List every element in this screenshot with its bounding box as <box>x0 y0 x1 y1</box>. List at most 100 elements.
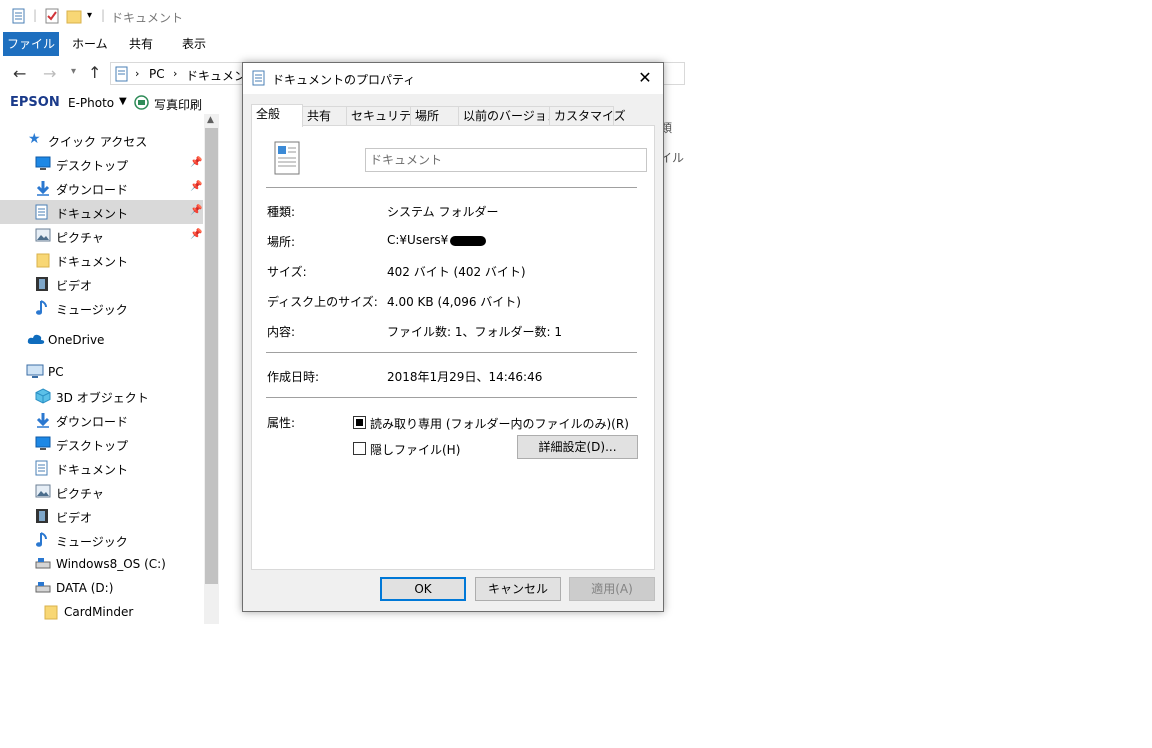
breadcrumb-pc[interactable]: PC <box>149 67 165 81</box>
ribbon-tab-file[interactable]: ファイル <box>3 32 59 56</box>
tab-customize[interactable]: カスタマイズ <box>549 106 626 126</box>
tab-previous-versions[interactable]: 以前のバージョン <box>458 106 559 126</box>
document-icon <box>35 460 51 476</box>
nav-item[interactable]: デスクトップ 📌 <box>0 152 203 176</box>
navigation-pane: ★ クイック アクセス デスクトップ 📌 ダウンロード 📌 ドキュメント 📌 ピクチャ 📌 ドキ… <box>0 114 220 624</box>
breadcrumb-separator-icon: › <box>135 67 140 80</box>
size-value: 402 バイト (402 バイト) <box>387 265 526 279</box>
nav-label: 3D オブジェクト <box>56 391 149 405</box>
picture-icon <box>35 228 51 244</box>
nav-item[interactable]: 3D オブジェクト <box>0 384 203 408</box>
music-icon <box>35 300 51 316</box>
quick-access-toolbar: | ▾ | ドキュメント <box>0 0 685 32</box>
pin-icon[interactable]: 📌 <box>190 229 202 240</box>
separator <box>266 352 637 353</box>
nav-label: デスクトップ <box>56 159 129 173</box>
nav-onedrive[interactable]: OneDrive <box>0 328 203 352</box>
folder-name-field[interactable]: ドキュメント <box>365 148 647 172</box>
nav-item[interactable]: CardMinder <box>0 600 203 624</box>
nav-label: ドキュメント <box>56 463 129 477</box>
ephoto-button[interactable]: E-Photo <box>68 96 114 110</box>
close-icon[interactable]: ✕ <box>633 66 657 90</box>
epson-logo: EPSON <box>10 95 60 110</box>
separator <box>266 397 637 398</box>
nav-item[interactable]: デスクトップ <box>0 432 203 456</box>
back-icon[interactable]: ← <box>13 64 26 83</box>
nav-item[interactable]: ドキュメント <box>0 248 203 272</box>
nav-item[interactable]: ミュージック <box>0 296 203 320</box>
nav-scrollbar[interactable]: ▲ <box>204 114 219 624</box>
tab-security[interactable]: セキュリティ <box>346 106 422 126</box>
apply-button[interactable]: 適用(A) <box>569 577 655 601</box>
location-label: 場所: <box>267 235 296 249</box>
nav-item[interactable]: DATA (D:) <box>0 576 203 600</box>
up-icon[interactable]: ↑ <box>88 63 101 82</box>
hidden-label[interactable]: 隠しファイル(H) <box>370 441 460 458</box>
picture-icon <box>35 484 51 500</box>
ok-button[interactable]: OK <box>380 577 466 601</box>
3d-objects-icon <box>35 388 51 404</box>
nav-label: CardMinder <box>64 605 134 619</box>
download-icon <box>35 412 51 428</box>
dialog-title-bar: ドキュメントのプロパティ ✕ <box>243 63 663 94</box>
address-doc-icon <box>115 66 129 85</box>
created-value: 2018年1月29日、14:46:46 <box>387 370 543 384</box>
pin-icon[interactable]: 📌 <box>190 157 202 168</box>
nav-label: ミュージック <box>56 535 128 549</box>
nav-item[interactable]: ダウンロード 📌 <box>0 176 203 200</box>
pin-icon[interactable]: 📌 <box>190 181 202 192</box>
properties-icon[interactable] <box>11 8 27 27</box>
advanced-button[interactable]: 詳細設定(D)... <box>517 435 638 459</box>
folder-icon <box>43 604 59 620</box>
tab-general[interactable]: 全般 <box>251 104 303 127</box>
nav-label: ミュージック <box>56 303 128 317</box>
scrollbar-thumb[interactable] <box>205 128 218 584</box>
nav-label: DATA (D:) <box>56 581 114 595</box>
properties-dialog: ドキュメントのプロパティ ✕ 全般 共有 セキュリティ 場所 以前のバージョン … <box>242 62 664 612</box>
desktop-icon <box>35 436 51 452</box>
nav-label: ビデオ <box>56 511 93 525</box>
nav-item[interactable]: ドキュメント <box>0 456 203 480</box>
window-title: ドキュメント <box>111 11 184 25</box>
checklist-icon[interactable] <box>44 8 60 27</box>
contents-value: ファイル数: 1、フォルダー数: 1 <box>387 325 562 339</box>
ephoto-dropdown-icon[interactable]: ▼ <box>119 96 127 107</box>
folder-doc-icon <box>252 70 266 89</box>
star-icon: ★ <box>28 131 41 147</box>
readonly-checkbox[interactable] <box>353 416 366 429</box>
hidden-checkbox[interactable] <box>353 442 366 455</box>
customize-toolbar-icon[interactable]: ▾ <box>87 10 92 21</box>
nav-item[interactable]: ピクチャ 📌 <box>0 224 203 248</box>
recent-locations-icon[interactable]: ▾ <box>71 66 76 77</box>
pin-icon[interactable]: 📌 <box>190 205 202 216</box>
document-folder-icon <box>272 140 302 179</box>
nav-label: Windows8_OS (C:) <box>56 557 166 571</box>
nav-quick-access[interactable]: ★ クイック アクセス <box>0 128 203 152</box>
location-text: C:¥Users¥ <box>387 233 449 247</box>
nav-item[interactable]: ビデオ <box>0 504 203 528</box>
forward-icon[interactable]: → <box>43 64 56 83</box>
nav-item[interactable]: ダウンロード <box>0 408 203 432</box>
general-tab-panel: ドキュメント 種類: システム フォルダー 場所: C:¥Users¥ サイズ:… <box>251 125 655 570</box>
type-value: システム フォルダー <box>387 205 499 219</box>
ribbon-tab-home[interactable]: ホーム <box>72 32 108 56</box>
folder-icon <box>35 252 51 268</box>
nav-item[interactable]: Windows8_OS (C:) <box>0 552 203 576</box>
nav-item[interactable]: ドキュメント 📌 <box>0 200 203 224</box>
readonly-label[interactable]: 読み取り専用 (フォルダー内のファイルのみ)(R) <box>370 415 629 432</box>
nav-item[interactable]: ピクチャ <box>0 480 203 504</box>
ribbon-tab-view[interactable]: 表示 <box>182 32 206 56</box>
tab-sharing[interactable]: 共有 <box>302 106 347 126</box>
tab-location[interactable]: 場所 <box>410 106 459 126</box>
attributes-label: 属性: <box>267 416 296 430</box>
dialog-tabs: 全般 共有 セキュリティ 場所 以前のバージョン カスタマイズ <box>251 104 655 127</box>
new-folder-icon[interactable] <box>66 8 82 27</box>
computer-icon <box>26 364 44 380</box>
scroll-up-icon[interactable]: ▲ <box>207 115 214 125</box>
cancel-button[interactable]: キャンセル <box>475 577 561 601</box>
ribbon-tab-share[interactable]: 共有 <box>129 32 153 56</box>
nav-item[interactable]: ビデオ <box>0 272 203 296</box>
photo-print-button[interactable]: 写真印刷 <box>154 96 202 113</box>
nav-item[interactable]: ミュージック <box>0 528 203 552</box>
nav-pc[interactable]: PC <box>0 360 203 384</box>
